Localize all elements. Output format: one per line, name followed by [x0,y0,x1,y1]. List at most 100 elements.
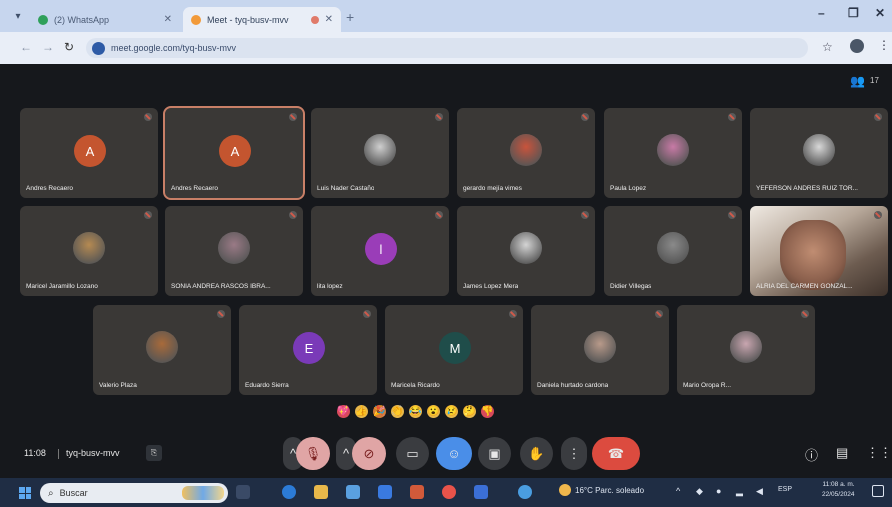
language-indicator[interactable]: ESP [778,486,792,493]
participant-tile[interactable]: YEFERSON ANDRES RUIZ TOR... [750,108,888,198]
reaction-emoji-icon[interactable]: 🤔 [463,404,476,418]
site-info-icon[interactable] [92,41,105,55]
raise-hand-button[interactable]: ✋ [520,437,553,470]
tab-title: Meet - tyq-busv-mvv [207,14,289,25]
captions-button[interactable]: ▭ [396,437,429,470]
reaction-emoji-icon[interactable]: 👍 [355,404,368,418]
chrome-icon[interactable] [442,485,456,499]
microphone-icon[interactable]: ● [716,486,721,496]
participant-tile[interactable]: l lita lopez [311,206,449,296]
reaction-emoji-icon[interactable]: 🎉 [373,404,386,418]
reaction-emoji-icon[interactable]: 👎 [481,404,494,418]
participant-tile[interactable]: ALRIA DEL CARMEN GONZAL... [750,206,888,296]
notifications-icon[interactable] [872,485,884,497]
new-tab-button[interactable]: + [346,9,354,25]
recording-indicator-icon [310,15,319,24]
tab-meet[interactable]: Meet - tyq-busv-mvv ✕ [183,7,341,32]
activities-icon[interactable]: ⋮⋮ [866,445,892,461]
participant-tile[interactable]: Mario Oropa R... [677,305,815,395]
participant-tile[interactable]: SONIA ANDREA RASCOS IBRA... [165,206,303,296]
close-window-button[interactable]: ✕ [875,6,885,20]
participant-name: Didier Villegas [610,283,652,290]
present-button[interactable]: ▣ [478,437,511,470]
participant-tile[interactable]: Valerio Plaza [93,305,231,395]
mic-toggle-button[interactable]: 🎙 [296,437,330,470]
office-icon[interactable] [410,485,424,499]
avatar [364,134,396,166]
participant-name: Valerio Plaza [99,382,137,389]
maximize-button[interactable]: ❐ [848,6,859,20]
weather-sun-icon [559,484,571,496]
copy-code-icon[interactable]: ⎘ [146,445,162,461]
reactions-button[interactable]: ☺ [436,437,472,470]
hand-icon: ✋ [528,445,545,461]
store-icon[interactable] [346,485,360,499]
participant-name: Paula Lopez [610,185,647,192]
participant-tile[interactable]: Paula Lopez [604,108,742,198]
avatar [584,331,616,363]
reaction-bar: 💖 👍 🎉 👏 😂 😮 😢 🤔 👎 [337,402,494,420]
forward-icon[interactable]: → [42,40,54,54]
participant-tile[interactable]: Maricel Jaramillo Lozano [20,206,158,296]
avatar [803,134,835,166]
taskbar-clock[interactable]: 11:08 a. m. 22/05/2024 [822,480,855,500]
close-tab-icon[interactable]: ✕ [325,14,333,25]
present-icon: ▣ [488,445,501,461]
participant-tile[interactable]: James Lopez Mera [457,206,595,296]
tray-expand-icon[interactable]: ^ [676,486,680,496]
reaction-emoji-icon[interactable]: 😢 [445,404,458,418]
network-icon[interactable]: ▂ [736,486,743,497]
file-explorer-icon[interactable] [314,485,328,499]
leave-call-button[interactable]: ☎ [592,437,640,470]
participant-tile[interactable]: A Andres Recaero [163,106,305,200]
url-field[interactable]: meet.google.com/tyq-busv-mvv [86,38,808,58]
reload-icon[interactable]: ↻ [64,40,74,54]
participant-tile[interactable]: A Andres Recaero [20,108,158,198]
app-icon[interactable] [518,485,532,499]
participant-tile[interactable]: Luis Nader Castaño [311,108,449,198]
more-options-button[interactable]: ⋮ [561,437,587,470]
taskbar-search-field[interactable]: ⌕ Buscar [40,483,228,503]
profile-avatar[interactable] [850,39,864,53]
edge-icon[interactable] [282,485,296,499]
participant-tile[interactable]: M Maricela Ricardo [385,305,523,395]
divider [58,449,59,459]
word-icon[interactable] [474,485,488,499]
reaction-emoji-icon[interactable]: 💖 [337,404,350,418]
camera-toggle-button[interactable]: ⊘ [352,437,386,470]
participant-name: gerardo mejía vimes [463,185,522,192]
participant-name: YEFERSON ANDRES RUIZ TOR... [756,185,858,192]
windows-start-icon[interactable] [19,487,31,499]
close-tab-icon[interactable]: ✕ [164,14,172,25]
participant-name: ALRIA DEL CARMEN GONZAL... [756,283,853,290]
participants-icon[interactable]: 👥 [850,74,865,88]
reaction-emoji-icon[interactable]: 😂 [409,404,422,418]
back-icon[interactable]: ← [20,40,32,54]
tray-app-icon[interactable]: ◆ [696,486,703,497]
muted-mic-icon [144,211,152,219]
task-view-icon[interactable] [236,485,250,499]
tab-search-icon[interactable]: ▾ [10,10,26,24]
volume-icon[interactable]: ◀ [756,486,763,497]
reaction-emoji-icon[interactable]: 😮 [427,404,440,418]
search-highlight-image [182,486,224,500]
more-vert-icon: ⋮ [567,445,581,461]
muted-mic-icon [581,211,589,219]
bookmark-star-icon[interactable]: ☆ [822,40,833,54]
info-icon[interactable]: ⓘ [805,445,818,464]
participant-tile[interactable]: E Eduardo Sierra [239,305,377,395]
participant-tile[interactable]: gerardo mejía vimes [457,108,595,198]
weather-widget[interactable]: 16°C Parc. soleado [559,484,644,496]
muted-mic-icon [363,310,371,318]
muted-mic-icon [801,310,809,318]
emoji-icon: ☺ [447,446,461,461]
browser-menu-icon[interactable]: ⋮ [878,38,890,52]
mail-icon[interactable] [378,485,392,499]
chat-icon[interactable]: ▤ [836,445,848,461]
minimize-button[interactable]: – [818,6,825,20]
participant-tile[interactable]: Daniela hurtado cardona [531,305,669,395]
muted-mic-icon [509,310,517,318]
reaction-emoji-icon[interactable]: 👏 [391,404,404,418]
participant-tile[interactable]: Didier Villegas [604,206,742,296]
tab-whatsapp[interactable]: (2) WhatsApp ✕ [30,7,180,32]
